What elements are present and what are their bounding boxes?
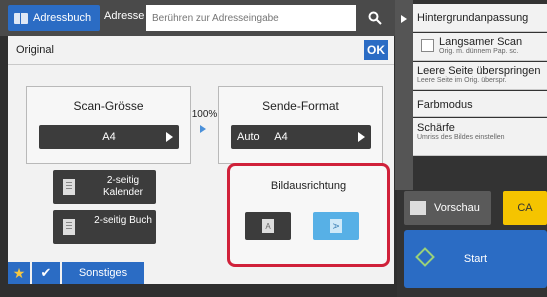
star-icon: ★ xyxy=(12,264,26,281)
start-button[interactable]: Start xyxy=(404,230,547,288)
item-title: Farbmodus xyxy=(417,99,473,111)
scan-size-button[interactable]: A4 xyxy=(39,125,179,149)
duplex-calendar-label: 2-seitig Kalender xyxy=(102,175,144,198)
send-format-button[interactable]: Auto A4 xyxy=(231,125,371,149)
preview-button[interactable]: Vorschau xyxy=(404,191,491,225)
checkmark-icon: ✔ xyxy=(40,265,52,280)
sharpness-item[interactable]: Schärfe Umriss des Bildes einstellen xyxy=(413,118,547,156)
landscape-page-icon: A xyxy=(330,219,342,233)
divider xyxy=(8,64,394,65)
orientation-portrait-button[interactable]: A xyxy=(245,212,291,240)
top-bar: Adressbuch Adresse xyxy=(0,0,395,36)
scan-size-title: Scan-Grösse xyxy=(73,99,144,113)
send-format-title: Sende-Format xyxy=(262,99,339,113)
duplex-calendar-button[interactable]: 2-seitig Kalender xyxy=(53,170,156,204)
item-subtitle: Leere Seite im Orig. überspr. xyxy=(417,77,507,84)
arrow-right-icon xyxy=(358,132,365,142)
duplex-book-button[interactable]: 2-seitig Buch xyxy=(53,210,156,244)
address-input[interactable] xyxy=(146,5,356,31)
panel-title: Original xyxy=(16,44,54,56)
book-document-icon xyxy=(63,219,75,235)
item-subtitle: Umriss des Bildes einstellen xyxy=(417,134,505,141)
image-orientation-box: Bildausrichtung A A xyxy=(227,163,390,267)
portrait-page-icon: A xyxy=(262,219,274,233)
start-icon xyxy=(415,247,435,267)
favorite-button[interactable]: ★ xyxy=(8,262,30,284)
original-panel: Original OK Scan-Grösse A4 100% Sende-Fo… xyxy=(8,36,394,284)
addressbook-button[interactable]: Adressbuch xyxy=(8,5,100,31)
ok-button[interactable]: OK xyxy=(364,40,388,60)
preview-icon xyxy=(410,201,426,215)
sonstiges-button[interactable]: Sonstiges xyxy=(62,262,144,284)
screen: Adressbuch Adresse Original OK Scan-Grös… xyxy=(0,0,547,297)
send-format-value: Auto A4 xyxy=(237,131,288,143)
address-label: Adresse xyxy=(104,10,145,22)
item-title: Langsamer Scan xyxy=(439,36,523,48)
item-subtitle: Orig. m. dünnem Pap. sc. xyxy=(439,48,519,55)
item-title: Leere Seite überspringen xyxy=(417,65,541,77)
addressbook-icon xyxy=(14,12,28,24)
color-mode-item[interactable]: Farbmodus xyxy=(413,91,547,117)
search-button[interactable] xyxy=(358,3,391,33)
send-format-box: Sende-Format Auto A4 xyxy=(218,86,383,164)
background-adjust-item[interactable]: Hintergrundanpassung xyxy=(413,4,547,32)
item-title: Schärfe xyxy=(417,122,455,134)
calendar-document-icon xyxy=(63,179,75,195)
addressbook-label: Adressbuch xyxy=(33,12,92,24)
check-button[interactable]: ✔ xyxy=(32,262,60,284)
item-title: Hintergrundanpassung xyxy=(417,12,529,24)
search-icon xyxy=(368,11,382,25)
arrow-right-icon xyxy=(166,132,173,142)
scan-size-box: Scan-Grösse A4 xyxy=(26,86,191,164)
skip-blank-page-item[interactable]: Leere Seite überspringen Leere Seite im … xyxy=(413,62,547,90)
ratio-label: 100% xyxy=(191,109,218,120)
orientation-title: Bildausrichtung xyxy=(270,180,347,192)
ratio-arrow-icon xyxy=(200,125,206,133)
collapse-arrow-icon xyxy=(401,15,407,23)
clear-all-button[interactable]: CA xyxy=(503,191,547,225)
start-label: Start xyxy=(463,253,488,265)
orientation-landscape-button[interactable]: A xyxy=(313,212,359,240)
preview-label: Vorschau xyxy=(434,202,480,214)
slow-scan-item[interactable]: Langsamer Scan Orig. m. dünnem Pap. sc. xyxy=(413,33,547,61)
collapse-panel-button[interactable] xyxy=(395,0,413,190)
scan-size-value: A4 xyxy=(102,131,116,143)
slow-scan-checkbox[interactable] xyxy=(421,39,434,52)
duplex-book-label: 2-seitig Buch xyxy=(94,215,152,226)
